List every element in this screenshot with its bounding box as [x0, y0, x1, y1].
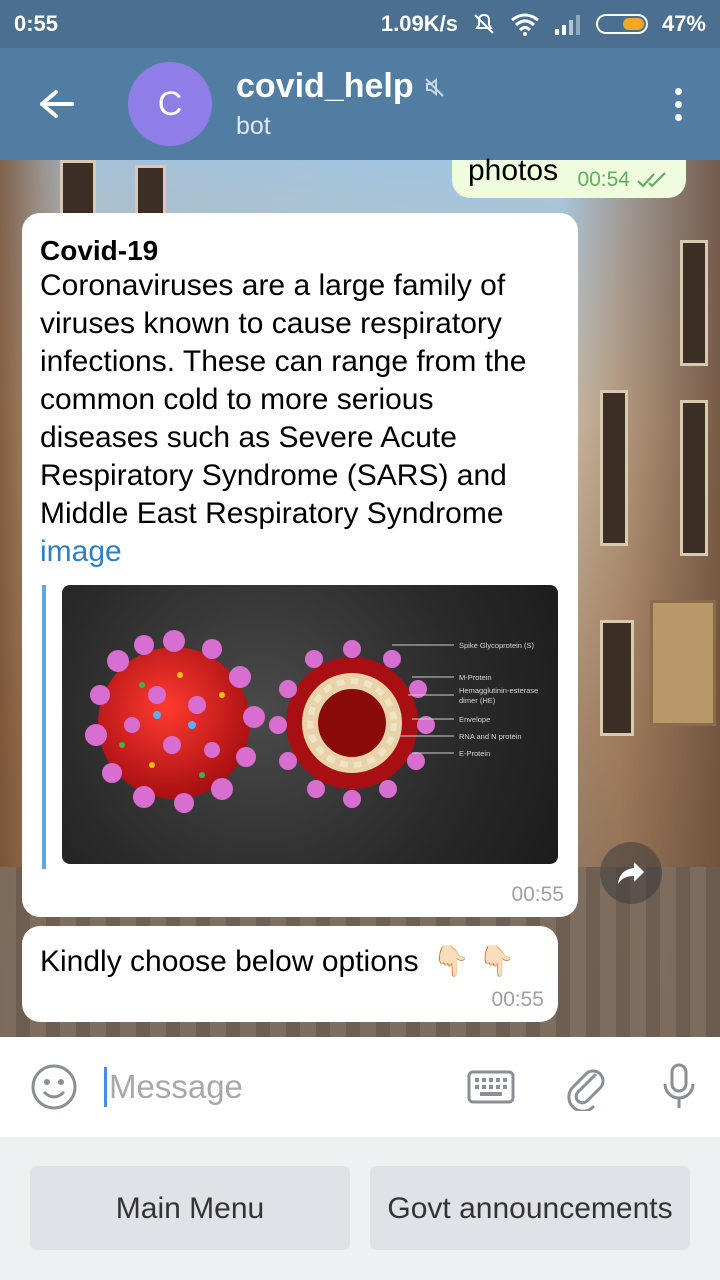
status-bar: 0:55 1.09K/s 47%: [0, 0, 720, 48]
options-message-time: 00:55: [491, 988, 544, 1011]
emoji-button[interactable]: [30, 1063, 78, 1111]
back-button[interactable]: [28, 76, 84, 132]
battery-percent: 47%: [661, 11, 706, 36]
label-envelope: Envelope: [459, 715, 490, 724]
chat-subtitle: bot: [236, 112, 271, 140]
message-input-bar: [0, 1037, 720, 1137]
mute-icon: [474, 13, 494, 34]
outgoing-message-text: photos: [468, 154, 559, 187]
image-link[interactable]: image: [40, 533, 560, 571]
label-hemagglutinin: Hemagglutinin-esterase: [459, 686, 538, 695]
bot-keyboard: Main Menu Govt announcements: [0, 1137, 720, 1280]
more-menu-button[interactable]: [675, 87, 682, 121]
label-hemagglutinin-2: dimer (HE): [459, 696, 496, 705]
outgoing-message-time: 00:54: [577, 168, 630, 191]
outgoing-message[interactable]: photos 00:54: [452, 154, 686, 198]
share-arrow-icon: [618, 862, 644, 884]
smiley-icon: [31, 1064, 77, 1110]
chat-header: C covid_help bot: [0, 48, 720, 160]
keyboard-icon: [467, 1070, 515, 1104]
message-time: 00:55: [511, 883, 564, 906]
double-check-icon: [637, 172, 666, 188]
link-preview[interactable]: Spike Glycoprotein (S) M-Protein Hemaggl…: [42, 585, 558, 869]
label-rna: RNA and N protein: [459, 732, 522, 741]
label-m-protein: M-Protein: [459, 673, 492, 682]
back-arrow-icon: [40, 90, 74, 118]
signal-icon: [554, 15, 580, 35]
options-message-text: Kindly choose below options: [40, 944, 419, 978]
share-button[interactable]: [600, 842, 662, 904]
avatar[interactable]: C: [128, 62, 212, 146]
paperclip-icon: [567, 1069, 605, 1111]
info-message[interactable]: Covid-19 Coronaviruses are a large famil…: [22, 213, 578, 917]
label-e-protein: E-Protein: [459, 749, 490, 758]
govt-announcements-button[interactable]: Govt announcements: [370, 1166, 690, 1250]
battery-icon: [595, 14, 648, 34]
coronavirus-diagram-image[interactable]: Spike Glycoprotein (S) M-Protein Hemaggl…: [62, 585, 558, 864]
chat-title: covid_help: [236, 67, 414, 105]
attach-button[interactable]: [563, 1063, 611, 1111]
network-speed: 1.09K/s: [380, 11, 458, 36]
message-title: Covid-19: [40, 235, 159, 266]
pointing-down-hands: 👇🏻 👇🏻: [432, 945, 516, 978]
virus-cross-section: [269, 640, 435, 808]
chat-title-block[interactable]: covid_help bot: [236, 67, 446, 141]
microphone-icon: [663, 1063, 695, 1108]
govt-announcements-label: Govt announcements: [387, 1191, 673, 1225]
status-time: 0:55: [14, 11, 59, 36]
bot-keyboard-button[interactable]: [467, 1063, 515, 1111]
wifi-icon: [511, 13, 539, 36]
main-menu-button[interactable]: Main Menu: [30, 1166, 350, 1250]
voice-button[interactable]: [655, 1063, 703, 1111]
label-spike: Spike Glycoprotein (S): [459, 641, 535, 650]
muted-speaker-icon: [424, 77, 444, 97]
virus-particle: [85, 630, 265, 813]
message-input[interactable]: [104, 1067, 441, 1107]
options-message[interactable]: Kindly choose below options 👇🏻 👇🏻 00:55: [22, 926, 558, 1022]
message-body: Coronaviruses are a large family of viru…: [40, 269, 527, 530]
avatar-letter: C: [157, 84, 183, 123]
